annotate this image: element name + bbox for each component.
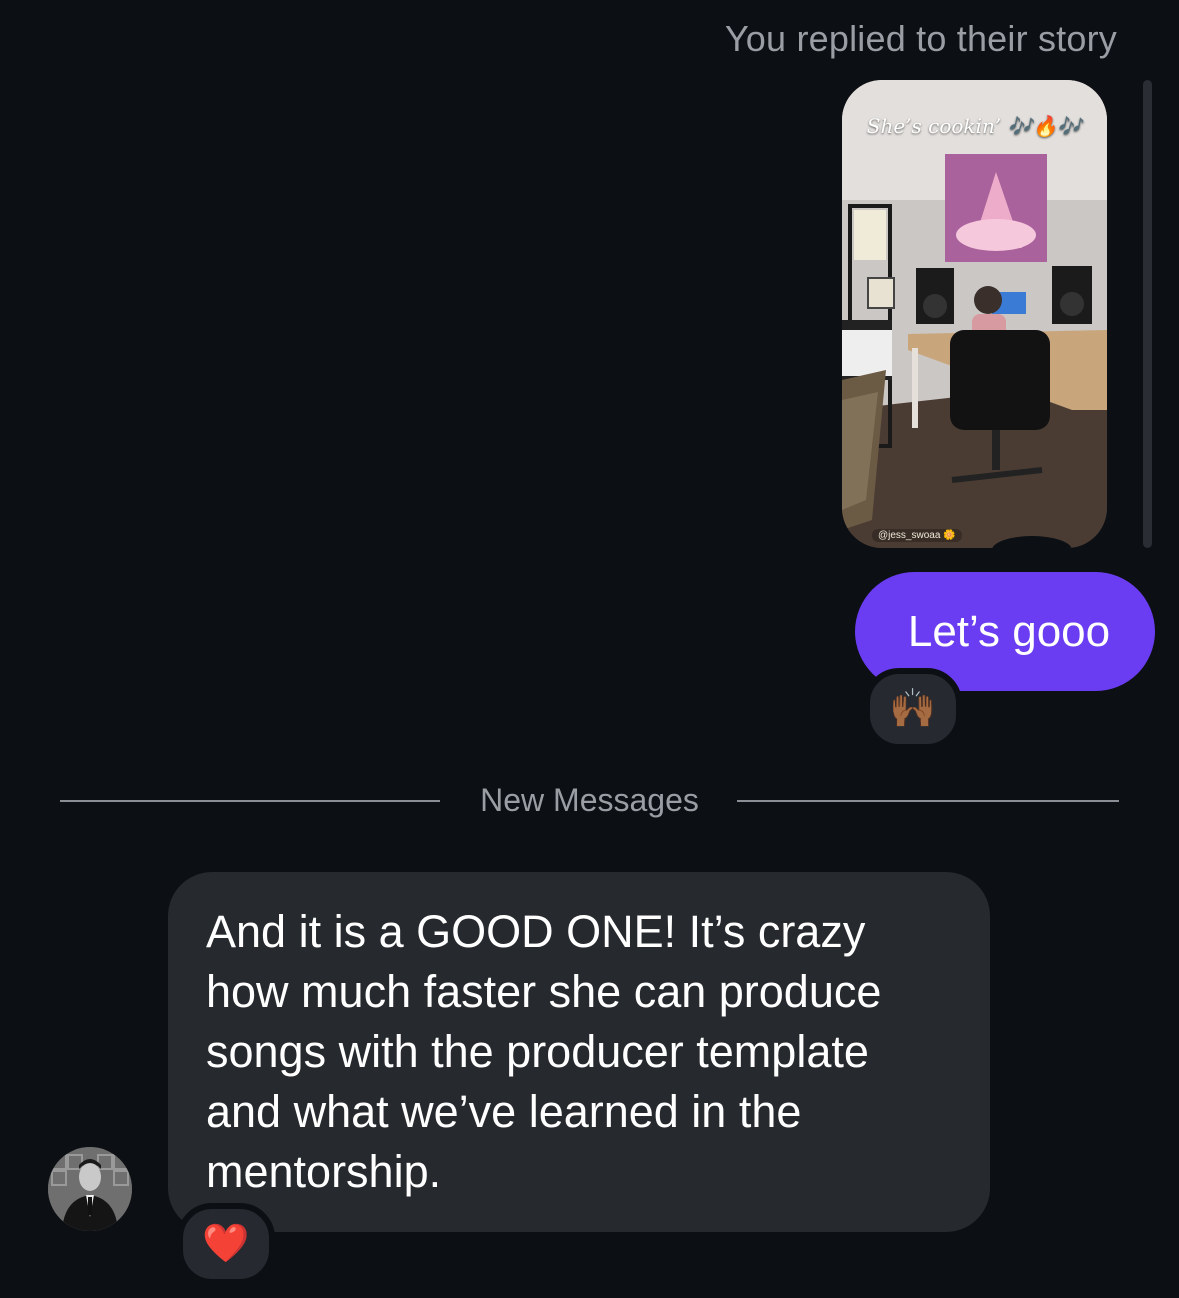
- new-messages-divider: New Messages: [60, 776, 1119, 828]
- received-message-text: And it is a GOOD ONE! It’s crazy how muc…: [206, 906, 882, 1197]
- avatar-image: [48, 1147, 132, 1231]
- avatar[interactable]: [48, 1147, 132, 1231]
- received-message-bubble[interactable]: And it is a GOOD ONE! It’s crazy how muc…: [168, 872, 990, 1232]
- story-handle: @jess_swoaa 🌼: [872, 529, 962, 542]
- sent-message-reaction[interactable]: 🙌🏾: [864, 668, 962, 750]
- received-message-reaction[interactable]: ❤️: [177, 1203, 275, 1285]
- story-caption: She’s cookin’ 🎶🔥🎶: [866, 114, 1083, 138]
- story-preview[interactable]: She’s cookin’ 🎶🔥🎶 @jess_swoaa 🌼: [842, 80, 1107, 548]
- red-heart-icon: ❤️: [202, 1223, 250, 1265]
- raising-hands-icon: 🙌🏾: [889, 688, 937, 730]
- divider-line-right: [737, 800, 1119, 802]
- sent-message-text: Let’s gooo: [907, 606, 1111, 656]
- story-reply-note: You replied to their story: [724, 18, 1117, 59]
- chat-thread: You replied to their story She’s cookin’…: [0, 0, 1179, 1298]
- story-image: [842, 80, 1107, 548]
- scrollbar[interactable]: [1143, 80, 1152, 548]
